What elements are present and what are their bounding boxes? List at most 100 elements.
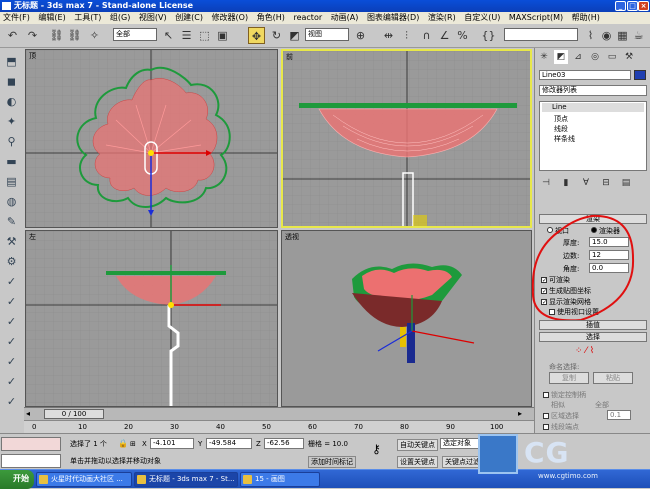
motion-tab-icon[interactable]: ◎ — [588, 50, 602, 64]
taskbar-item-3dsmax[interactable]: 无标题 - 3ds max 7 - St... — [134, 472, 238, 487]
x-coord-field[interactable]: -4.101 — [150, 438, 194, 449]
paste-button[interactable]: 粘贴 — [593, 372, 633, 384]
align-icon[interactable]: ⫶ — [398, 27, 415, 44]
maxscript-mini-listener[interactable] — [1, 454, 61, 468]
stack-item-line[interactable]: Line — [542, 103, 644, 112]
checkmark-icon-4[interactable]: ✓ — [4, 334, 19, 349]
menu-view[interactable]: 视图(V) — [136, 13, 170, 22]
menu-edit[interactable]: 编辑(E) — [35, 13, 68, 22]
radio-all[interactable]: 全部 — [595, 400, 609, 410]
link-icon[interactable]: ⛓ — [48, 27, 65, 44]
rollout-interpolation[interactable]: 插值 — [539, 320, 647, 330]
checkmark-icon[interactable]: ✓ — [4, 274, 19, 289]
menu-file[interactable]: 文件(F) — [0, 13, 33, 22]
viewport-left[interactable]: 左 — [25, 230, 278, 407]
hierarchy-tab-icon[interactable]: ⊿ — [571, 50, 585, 64]
named-selection-set-field[interactable] — [504, 28, 578, 41]
viewport-front[interactable]: 前 — [281, 49, 532, 228]
viewport-perspective[interactable]: 透视 — [281, 230, 532, 407]
taskbar-item-paint[interactable]: 15 - 画图 — [240, 472, 320, 487]
set-key-button[interactable]: 设置关键点 — [397, 456, 438, 468]
lock-handles-checkbox[interactable]: 锁定控制柄 — [543, 390, 586, 400]
show-end-result-icon[interactable]: ▮ — [559, 176, 573, 190]
object-name-field[interactable]: Line03 — [539, 70, 631, 80]
select-object-icon[interactable]: ↖ — [160, 27, 177, 44]
menu-modifiers[interactable]: 修改器(O) — [209, 13, 252, 22]
time-left-arrow-icon[interactable]: ◂ — [26, 409, 38, 419]
display-tab-icon[interactable]: ▭ — [605, 50, 619, 64]
menu-graph-editors[interactable]: 图表编辑器(D) — [364, 13, 422, 22]
menu-customize[interactable]: 自定义(U) — [461, 13, 503, 22]
material-editor-icon[interactable]: ◉ — [598, 27, 615, 44]
pivot-center-icon[interactable]: ⊕ — [352, 27, 369, 44]
modifier-list-dropdown[interactable]: 修改器列表 — [539, 85, 647, 96]
viewport-label-perspective[interactable]: 透视 — [285, 232, 299, 242]
pin-stack-icon[interactable]: ⊣ — [539, 176, 553, 190]
menu-create[interactable]: 创建(C) — [172, 13, 206, 22]
checkmark-icon-3[interactable]: ✓ — [4, 314, 19, 329]
wrench-icon[interactable]: ⚒ — [4, 234, 19, 249]
cameras-icon[interactable]: ⚲ — [4, 134, 19, 149]
select-move-icon[interactable]: ✥ — [248, 27, 265, 44]
menu-reactor[interactable]: reactor — [290, 13, 325, 22]
named-selection-icon[interactable]: {} — [480, 27, 497, 44]
time-slider-thumb[interactable]: 0 / 100 — [44, 409, 104, 419]
area-select-checkbox[interactable]: 区域选择 — [543, 411, 579, 421]
bind-space-warp-icon[interactable]: ✧ — [86, 27, 103, 44]
curve-editor-icon[interactable]: ⌇ — [582, 27, 599, 44]
checkmark-icon-5[interactable]: ✓ — [4, 354, 19, 369]
helpers-icon[interactable]: ▬ — [4, 154, 19, 169]
quick-render-icon[interactable]: ☕ — [630, 27, 647, 44]
shapes-icon[interactable]: ◐ — [4, 94, 19, 109]
maximize-icon[interactable]: □ — [627, 1, 638, 11]
redo-icon[interactable]: ↷ — [24, 27, 41, 44]
segment-end-checkbox[interactable]: 线段端点 — [543, 422, 579, 432]
vertex-select-icons[interactable]: ⁘ ⁄ ⌇ — [575, 346, 594, 356]
add-time-tag-button[interactable]: 添加时间标记 — [308, 456, 356, 468]
absolute-mode-icon[interactable]: ⊞ — [130, 439, 136, 449]
minimize-icon[interactable]: _ — [615, 1, 626, 11]
stack-item-vertex[interactable]: 顶点 — [554, 114, 568, 124]
close-icon[interactable]: × — [638, 1, 649, 11]
menu-tools[interactable]: 工具(T) — [71, 13, 104, 22]
z-coord-field[interactable]: -62.56 — [264, 438, 304, 449]
select-by-name-icon[interactable]: ☰ — [178, 27, 195, 44]
spacewarps-icon[interactable]: ▤ — [4, 174, 19, 189]
modify-tab-icon[interactable]: ◩ — [554, 50, 568, 64]
utilities-tab-icon[interactable]: ⚒ — [622, 50, 636, 64]
menu-maxscript[interactable]: MAXScript(M) — [506, 13, 566, 22]
create-tab-icon[interactable]: ✳ — [537, 50, 551, 64]
stack-item-segment[interactable]: 线段 — [554, 124, 568, 134]
lock-selection-icon[interactable]: 🔒 — [118, 439, 128, 449]
select-scale-icon[interactable]: ◩ — [286, 27, 303, 44]
checkmark-icon-6[interactable]: ✓ — [4, 374, 19, 389]
mirror-icon[interactable]: ⇹ — [380, 27, 397, 44]
key-icon[interactable]: ⚷ — [372, 443, 381, 455]
undo-icon[interactable]: ↶ — [4, 27, 21, 44]
copy-button[interactable]: 复制 — [549, 372, 589, 384]
menu-help[interactable]: 帮助(H) — [569, 13, 603, 22]
geometry-icon[interactable]: ◼ — [4, 74, 19, 89]
selected-object-dropdown[interactable]: 选定对象 — [440, 438, 480, 449]
stack-item-spline[interactable]: 样条线 — [554, 134, 575, 144]
start-button[interactable]: 开始 — [0, 470, 34, 489]
menu-rendering[interactable]: 渲染(R) — [425, 13, 459, 22]
systems-icon[interactable]: ◍ — [4, 194, 19, 209]
viewport-label-front[interactable]: 前 — [286, 52, 293, 62]
track-bar[interactable]: 0 10 20 30 40 50 60 70 80 90 100 — [24, 420, 534, 433]
gear-icon[interactable]: ⚙ — [4, 254, 19, 269]
render-scene-icon[interactable]: ▦ — [614, 27, 631, 44]
radio-similar[interactable]: 相似 — [551, 400, 565, 410]
make-unique-icon[interactable]: ∀ — [579, 176, 593, 190]
menu-animation[interactable]: 动画(A) — [328, 13, 362, 22]
remove-modifier-icon[interactable]: ⊟ — [599, 176, 613, 190]
snap-toggle-icon[interactable]: ∩ — [418, 27, 435, 44]
select-rotate-icon[interactable]: ↻ — [268, 27, 285, 44]
menu-group[interactable]: 组(G) — [107, 13, 133, 22]
maxscript-listener[interactable] — [1, 437, 61, 451]
viewport-label-left[interactable]: 左 — [29, 232, 36, 242]
rect-select-icon[interactable]: ⬚ — [196, 27, 213, 44]
selection-filter-dropdown[interactable]: 全部 — [113, 28, 157, 41]
time-right-arrow-icon[interactable]: ▸ — [518, 409, 530, 419]
checkmark-icon-2[interactable]: ✓ — [4, 294, 19, 309]
